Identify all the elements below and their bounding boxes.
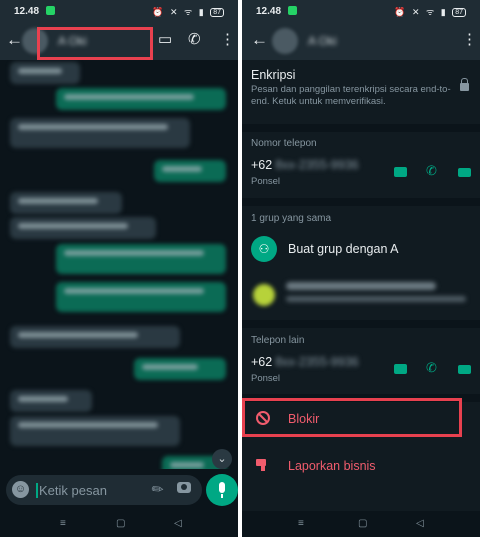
- more-options-icon[interactable]: ⋮: [220, 30, 235, 48]
- phone-section-title: Nomor telepon: [251, 138, 317, 149]
- other-phone-hidden-digits: 8xx-2355-9936: [275, 355, 359, 369]
- message-list: [0, 60, 238, 469]
- notification-icon: [288, 6, 297, 15]
- contact-header: ← A Oki ⋮: [242, 22, 480, 60]
- group-name-redacted[interactable]: [286, 282, 436, 290]
- section-separator: [242, 320, 480, 328]
- highlight-contact-name: [37, 27, 153, 60]
- phone-hidden-digits: 8xx-2355-9936: [275, 158, 359, 172]
- group-members-redacted: [286, 296, 466, 302]
- battery-icon: 87: [452, 8, 466, 17]
- thumbs-down-icon: [256, 459, 270, 471]
- message-bubble-in: [10, 390, 92, 412]
- home-icon[interactable]: ▢: [116, 518, 125, 529]
- encryption-title: Enkripsi: [251, 68, 296, 82]
- message-bubble-in: [10, 62, 80, 84]
- status-time: 12.48: [256, 6, 282, 17]
- create-group-button[interactable]: Buat grup dengan A: [288, 242, 399, 256]
- chat-screen: 12.48 ⏰ ✕ ᯤ ▮ 87 ← A Oki ▭ ✆ ⋮ ⌄ ☺ Ketik…: [0, 0, 238, 537]
- message-icon[interactable]: [394, 167, 407, 177]
- status-icons: ⏰ ✕ ᯤ ▮ 87: [394, 5, 466, 18]
- section-separator: [242, 124, 480, 132]
- recents-icon[interactable]: ≡: [298, 518, 304, 529]
- emoji-icon[interactable]: ☺: [12, 481, 29, 498]
- system-nav-bar: ≡ ▢ ◁: [242, 511, 480, 537]
- status-icons: ⏰ ✕ ᯤ ▮ 87: [152, 5, 224, 18]
- call-icon[interactable]: ✆: [426, 360, 437, 376]
- status-icons-glyphs: ⏰ ✕ ᯤ ▮: [394, 7, 448, 17]
- message-input[interactable]: Ketik pesan: [39, 483, 107, 498]
- phone-type: Ponsel: [251, 176, 281, 187]
- message-bubble-out: [154, 160, 226, 182]
- video-call-icon[interactable]: [458, 365, 471, 374]
- message-bubble-in: [10, 118, 190, 148]
- highlight-block: [242, 398, 462, 437]
- contact-avatar[interactable]: [272, 28, 298, 54]
- more-options-icon[interactable]: ⋮: [462, 30, 477, 48]
- message-bubble-in: [10, 192, 122, 214]
- mic-icon: [219, 482, 225, 493]
- other-phone-section-title: Telepon lain: [251, 335, 305, 346]
- video-call-icon[interactable]: [458, 168, 471, 177]
- status-bar: 12.48 ⏰ ✕ ᯤ ▮ 87: [0, 0, 238, 22]
- lock-icon: [460, 78, 469, 91]
- shop-icon[interactable]: ▭: [158, 30, 172, 48]
- home-icon[interactable]: ▢: [358, 518, 367, 529]
- message-bubble-out: [56, 282, 226, 312]
- attach-icon[interactable]: ✎: [148, 479, 168, 500]
- group-add-icon[interactable]: ⚇: [251, 236, 277, 262]
- text-caret: [36, 483, 38, 498]
- system-nav-bar: ≡ ▢ ◁: [0, 511, 238, 537]
- nav-back-icon[interactable]: ◁: [174, 518, 182, 529]
- call-icon[interactable]: ✆: [426, 163, 437, 179]
- section-separator: [242, 198, 480, 206]
- message-input-bar: ☺ Ketik pesan ✎: [6, 475, 202, 505]
- phone-prefix: +62: [251, 158, 273, 172]
- recents-icon[interactable]: ≡: [60, 518, 66, 529]
- message-bubble-in: [10, 326, 180, 348]
- group-avatar[interactable]: [253, 284, 275, 306]
- other-phone-number[interactable]: +62 8xx-2355-9936: [251, 355, 359, 369]
- message-bubble-out: [56, 244, 226, 274]
- other-phone-type: Ponsel: [251, 373, 281, 384]
- contact-name: A Oki: [308, 34, 337, 48]
- back-arrow-icon[interactable]: ←: [6, 30, 23, 50]
- contact-info-screen: 12.48 ⏰ ✕ ᯤ ▮ 87 ← A Oki ⋮ Enkripsi Pesa…: [242, 0, 480, 537]
- mic-button[interactable]: [206, 474, 238, 506]
- message-bubble-in: [10, 217, 156, 239]
- scroll-down-button[interactable]: ⌄: [212, 449, 232, 469]
- mic-stem: [221, 494, 223, 498]
- notification-icon: [46, 6, 55, 15]
- phone-number[interactable]: +62 8xx-2355-9936: [251, 158, 359, 172]
- message-bubble-out: [134, 358, 226, 380]
- battery-icon: 87: [210, 8, 224, 17]
- nav-back-icon[interactable]: ◁: [416, 518, 424, 529]
- message-icon[interactable]: [394, 364, 407, 374]
- message-bubble-in: [10, 416, 180, 446]
- camera-icon[interactable]: [177, 482, 191, 493]
- encryption-description: Pesan dan panggilan terenkripsi secara e…: [251, 84, 451, 107]
- status-bar: 12.48 ⏰ ✕ ᯤ ▮ 87: [242, 0, 480, 22]
- message-bubble-out: [56, 88, 226, 110]
- status-icons-glyphs: ⏰ ✕ ᯤ ▮: [152, 7, 206, 17]
- back-arrow-icon[interactable]: ←: [251, 30, 268, 50]
- add-call-icon[interactable]: ✆: [188, 30, 201, 48]
- groups-section-title: 1 grup yang sama: [251, 213, 332, 224]
- status-time: 12.48: [14, 6, 40, 17]
- report-business-button[interactable]: Laporkan bisnis: [288, 459, 376, 473]
- other-phone-prefix: +62: [251, 355, 273, 369]
